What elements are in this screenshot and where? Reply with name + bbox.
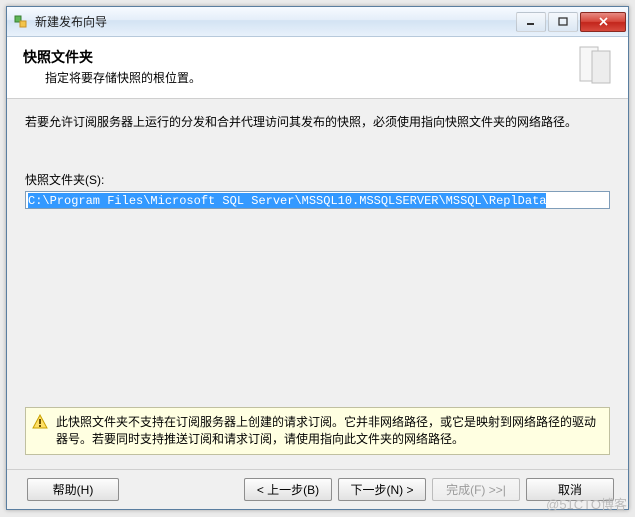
next-button[interactable]: 下一步(N) >: [338, 478, 426, 501]
titlebar: 新建发布向导: [7, 7, 628, 37]
wizard-header: 快照文件夹 指定将要存储快照的根位置。: [7, 37, 628, 99]
cancel-button[interactable]: 取消: [526, 478, 614, 501]
page-title: 快照文件夹: [23, 47, 201, 67]
wizard-window: 新建发布向导 快照文件夹 指定将要存储快照的根位置。 若要允许订阅服务器上运行: [6, 6, 629, 510]
header-decor-icon: [574, 43, 618, 87]
warning-panel: 此快照文件夹不支持在订阅服务器上创建的请求订阅。它并非网络路径，或它是映射到网络…: [25, 407, 610, 455]
description-text: 若要允许订阅服务器上运行的分发和合并代理访问其发布的快照，必须使用指向快照文件夹…: [25, 113, 610, 131]
snapshot-folder-label: 快照文件夹(S):: [25, 171, 610, 188]
page-subtitle: 指定将要存储快照的根位置。: [45, 69, 201, 86]
close-button[interactable]: [580, 12, 626, 32]
wizard-footer: 帮助(H) < 上一步(B) 下一步(N) > 完成(F) >>| 取消: [7, 469, 628, 509]
snapshot-folder-value: C:\Program Files\Microsoft SQL Server\MS…: [28, 193, 546, 209]
app-icon: [13, 14, 29, 30]
snapshot-folder-input[interactable]: C:\Program Files\Microsoft SQL Server\MS…: [25, 191, 610, 209]
maximize-button[interactable]: [548, 12, 578, 32]
finish-button: 完成(F) >>|: [432, 478, 520, 501]
warning-icon: [32, 414, 48, 430]
help-button[interactable]: 帮助(H): [27, 478, 119, 501]
minimize-button[interactable]: [516, 12, 546, 32]
back-button[interactable]: < 上一步(B): [244, 478, 332, 501]
warning-text: 此快照文件夹不支持在订阅服务器上创建的请求订阅。它并非网络路径，或它是映射到网络…: [56, 415, 596, 446]
window-title: 新建发布向导: [35, 13, 516, 30]
window-controls: [516, 12, 626, 32]
wizard-content: 若要允许订阅服务器上运行的分发和合并代理访问其发布的快照，必须使用指向快照文件夹…: [7, 99, 628, 469]
